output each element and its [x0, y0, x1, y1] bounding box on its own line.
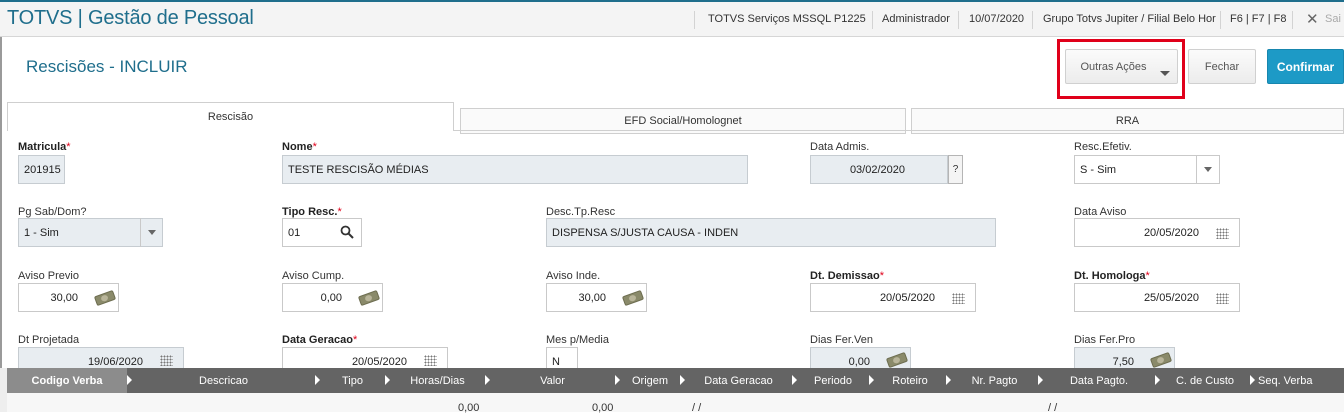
date-info: 10/07/2020 — [969, 13, 1025, 25]
close-button[interactable]: Fechar — [1188, 49, 1256, 84]
calendar-icon[interactable] — [1216, 293, 1229, 304]
left-scroll — [0, 368, 7, 412]
column-header[interactable]: C. de Custo — [1160, 368, 1250, 393]
exit-icon[interactable]: ✕ — [1306, 10, 1319, 28]
column-header[interactable]: Seq. Verba — [1255, 368, 1344, 393]
nome-field[interactable]: TESTE RESCISÃO MÉDIAS — [282, 155, 748, 184]
exit-label[interactable]: Sai — [1325, 13, 1341, 25]
aviso-previo-label: Aviso Previo — [18, 270, 79, 282]
desc-tp-resc-label: Desc.Tp.Resc — [546, 206, 616, 218]
chevron-down-icon[interactable] — [1196, 155, 1219, 184]
column-header[interactable]: Roteiro — [874, 368, 946, 393]
data-aviso-label: Data Aviso — [1074, 206, 1127, 218]
matricula-label: Matricula* — [18, 141, 71, 153]
grid-cell-horas: 0,00 — [458, 402, 480, 414]
column-header[interactable]: Tipo — [320, 368, 385, 393]
calendar-icon[interactable] — [160, 355, 173, 366]
table-row[interactable] — [7, 393, 1344, 412]
data-admis-field[interactable]: 03/02/2020 — [810, 155, 948, 184]
separator — [694, 11, 695, 29]
confirm-button[interactable]: Confirmar — [1267, 49, 1344, 84]
highlight-box — [1057, 39, 1185, 99]
chevron-down-icon[interactable] — [140, 218, 163, 247]
calendar-icon[interactable] — [952, 293, 965, 304]
tab-divider — [454, 130, 1344, 131]
resc-efetiv-label: Resc.Efetiv. — [1074, 141, 1132, 153]
pg-sab-dom-value: 1 - Sim — [24, 226, 59, 239]
separator — [1032, 11, 1033, 29]
grid-cell-data-pagto: / / — [1048, 402, 1058, 414]
help-button[interactable]: ? — [948, 155, 963, 184]
app-title: TOTVS | Gestão de Pessoal — [7, 7, 254, 29]
resc-efetiv-value: S - Sim — [1080, 163, 1117, 176]
page-title: Rescisões - INCLUIR — [26, 57, 188, 76]
column-header[interactable]: Horas/Dias — [390, 368, 485, 393]
data-geracao-label: Data Geracao* — [282, 334, 358, 346]
calendar-icon[interactable] — [1216, 228, 1229, 239]
separator — [1292, 11, 1293, 29]
calendar-icon[interactable] — [424, 355, 437, 366]
column-header[interactable]: Descricao — [132, 368, 315, 393]
tab-rescisao[interactable]: Rescisão — [7, 102, 454, 131]
shortcut-info: F6 | F7 | F8 — [1230, 13, 1287, 25]
column-header[interactable]: Codigo Verba — [7, 368, 127, 393]
nome-label: Nome* — [282, 141, 317, 153]
server-info: TOTVS Serviços MSSQL P1225 — [708, 13, 866, 25]
search-icon[interactable] — [339, 224, 355, 240]
pg-sab-dom-label: Pg Sab/Dom? — [18, 206, 87, 218]
column-header[interactable]: Origem — [620, 368, 680, 393]
separator — [958, 11, 959, 29]
separator — [872, 11, 873, 29]
dt-projetada-label: Dt Projetada — [18, 334, 80, 346]
data-admis-label: Data Admis. — [810, 141, 870, 153]
column-header[interactable]: Data Pagto. — [1043, 368, 1155, 393]
column-header[interactable]: Data Geracao — [685, 368, 792, 393]
matricula-field[interactable]: 201915 — [18, 155, 65, 184]
branch-info[interactable]: Grupo Totvs Jupiter / Filial Belo Hor — [1043, 13, 1216, 25]
dt-homologa-label: Dt. Homologa* — [1074, 270, 1150, 282]
tipo-resc-label: Tipo Resc.* — [282, 206, 342, 218]
user-info: Administrador — [882, 13, 950, 25]
mes-media-label: Mes p/Media — [546, 334, 609, 346]
dias-fer-ven-label: Dias Fer.Ven — [810, 334, 873, 346]
top-bar: TOTVS | Gestão de Pessoal TOTVS Serviços… — [0, 0, 1344, 37]
column-header[interactable]: Valor — [490, 368, 615, 393]
aviso-cump-label: Aviso Cump. — [282, 270, 345, 282]
separator — [1220, 11, 1221, 29]
grid-cell-data-geracao: / / — [692, 402, 702, 414]
desc-tp-resc-field[interactable]: DISPENSA S/JUSTA CAUSA - INDEN — [546, 218, 996, 247]
dias-fer-pro-label: Dias Fer.Pro — [1074, 334, 1136, 346]
column-header[interactable]: Periodo — [797, 368, 869, 393]
dt-demissao-label: Dt. Demissao* — [810, 270, 884, 282]
column-header[interactable]: Nr. Pagto — [951, 368, 1038, 393]
grid-cell-valor: 0,00 — [592, 402, 614, 414]
aviso-inde-label: Aviso Inde. — [546, 270, 601, 282]
